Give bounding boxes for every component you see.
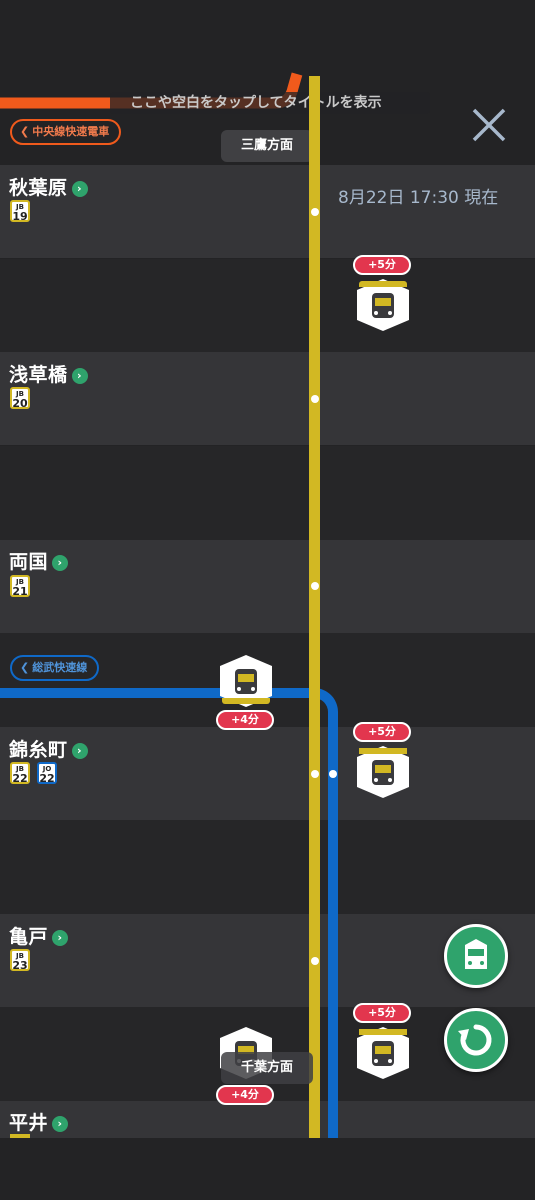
close-icon [472, 108, 506, 142]
station-name-hirai[interactable]: 平井 › [9, 1108, 69, 1135]
station-row-hirai [0, 1101, 535, 1138]
segment-gap [0, 446, 535, 540]
sobu-line-vertical [328, 716, 338, 1138]
delay-badge: +4分 [216, 1085, 274, 1105]
refresh-icon [458, 1024, 492, 1056]
chevron-right-icon: › [71, 367, 88, 384]
train-list-button[interactable] [444, 924, 508, 988]
chevron-left-icon: ❮ [20, 125, 30, 138]
train-color-stripe [222, 698, 270, 704]
station-number-badge: JB 23 [10, 949, 30, 971]
refresh-button[interactable] [444, 1008, 508, 1072]
station-dot [329, 770, 337, 778]
sobu-line-chip[interactable]: ❮ 総武快速線 [10, 655, 100, 681]
chevron-right-icon: › [52, 929, 69, 946]
chevron-right-icon: › [71, 180, 88, 197]
station-row-ryogoku [0, 540, 535, 633]
station-name-akihabara[interactable]: 秋葉原 › [9, 173, 88, 200]
station-number-badge: JB 19 [10, 200, 30, 222]
delay-badge: +5分 [353, 722, 411, 742]
train-marker[interactable] [219, 654, 273, 708]
chevron-right-icon: › [52, 1115, 69, 1132]
chuo-line-chip[interactable]: ❮ 中央線快速電車 [10, 119, 122, 145]
station-number-badge: JO 22 [37, 762, 57, 784]
delay-badge: +4分 [216, 710, 274, 730]
train-marker[interactable] [356, 1026, 410, 1080]
station-number-badge: JB 22 [10, 762, 30, 784]
station-number-badge [10, 1134, 30, 1138]
segment-gap [0, 259, 535, 353]
station-name-kinshicho[interactable]: 錦糸町 › [9, 735, 88, 762]
segment-gap [0, 820, 535, 914]
train-marker[interactable] [356, 745, 410, 799]
station-dot [311, 582, 319, 590]
chevron-right-icon: › [52, 554, 69, 571]
delay-badge: +5分 [353, 1003, 411, 1023]
station-name-ryogoku[interactable]: 両国 › [9, 547, 69, 574]
train-color-stripe [359, 1029, 407, 1035]
close-button[interactable] [468, 104, 510, 146]
station-dot [311, 395, 319, 403]
station-dot [311, 957, 319, 965]
sobu-local-line [309, 76, 320, 1138]
station-number-badge: JB 21 [10, 575, 30, 597]
train-color-stripe [359, 281, 407, 287]
direction-label-down: 千葉方面 [221, 1052, 313, 1084]
train-icon [465, 939, 487, 969]
direction-label-up: 三鷹方面 [221, 130, 313, 162]
train-color-stripe [359, 748, 407, 754]
station-dot [311, 208, 319, 216]
station-dot [311, 770, 319, 778]
delay-badge: +5分 [353, 255, 411, 275]
tap-hint[interactable]: ここや空白をタップしてタイトルを表示 [130, 92, 382, 114]
timestamp: 8月22日 17:30 現在 [338, 188, 499, 208]
chevron-right-icon: › [71, 742, 88, 759]
station-number-badge: JB 20 [10, 387, 30, 409]
chevron-left-icon: ❮ [20, 661, 30, 674]
train-marker[interactable] [356, 278, 410, 332]
station-name-kameido[interactable]: 亀戸 › [9, 922, 69, 949]
station-name-asakusabashi[interactable]: 浅草橋 › [9, 360, 88, 387]
